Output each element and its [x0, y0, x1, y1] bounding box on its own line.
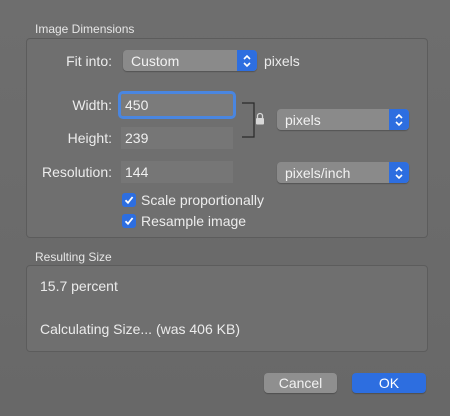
units-value: pixels	[285, 112, 321, 128]
resample-image-label[interactable]: Resample image	[141, 213, 246, 229]
resolution-unit-popup[interactable]: pixels/inch	[277, 162, 409, 183]
height-label: Height:	[67, 130, 112, 146]
fit-into-label: Fit into:	[66, 53, 112, 69]
units-popup[interactable]: pixels	[277, 109, 409, 130]
fit-into-suffix: pixels	[264, 53, 300, 69]
height-field[interactable]: 239	[121, 127, 233, 149]
percent-text: 15.7 percent	[40, 278, 118, 294]
stepper-arrows-icon	[389, 162, 409, 183]
resample-image-checkbox[interactable]	[122, 214, 136, 228]
lock-icon[interactable]	[255, 112, 265, 130]
resolution-value: 144	[125, 164, 149, 180]
width-field[interactable]: 450	[118, 91, 236, 119]
width-label: Width:	[72, 97, 112, 113]
resolution-field[interactable]: 144	[121, 161, 233, 183]
scale-proportionally-checkbox[interactable]	[122, 193, 136, 207]
height-value: 239	[125, 130, 149, 146]
fit-into-popup[interactable]: Custom	[123, 50, 257, 71]
checkmark-icon	[124, 217, 134, 226]
resolution-label: Resolution:	[41, 164, 112, 180]
scale-proportionally-label[interactable]: Scale proportionally	[141, 192, 264, 208]
resolution-unit-value: pixels/inch	[285, 165, 351, 181]
ok-button[interactable]: OK	[352, 373, 426, 393]
width-value: 450	[125, 97, 149, 113]
cancel-button[interactable]: Cancel	[264, 373, 337, 393]
stepper-arrows-icon	[389, 109, 409, 130]
size-status-text: Calculating Size... (was 406 KB)	[40, 321, 240, 337]
resulting-size-title: Resulting Size	[35, 250, 112, 264]
image-resize-dialog: Image Dimensions Fit into: Custom pixels…	[0, 0, 450, 416]
image-dimensions-title: Image Dimensions	[35, 22, 135, 36]
checkmark-icon	[124, 196, 134, 205]
stepper-arrows-icon	[237, 50, 257, 71]
fit-into-value: Custom	[131, 53, 180, 69]
